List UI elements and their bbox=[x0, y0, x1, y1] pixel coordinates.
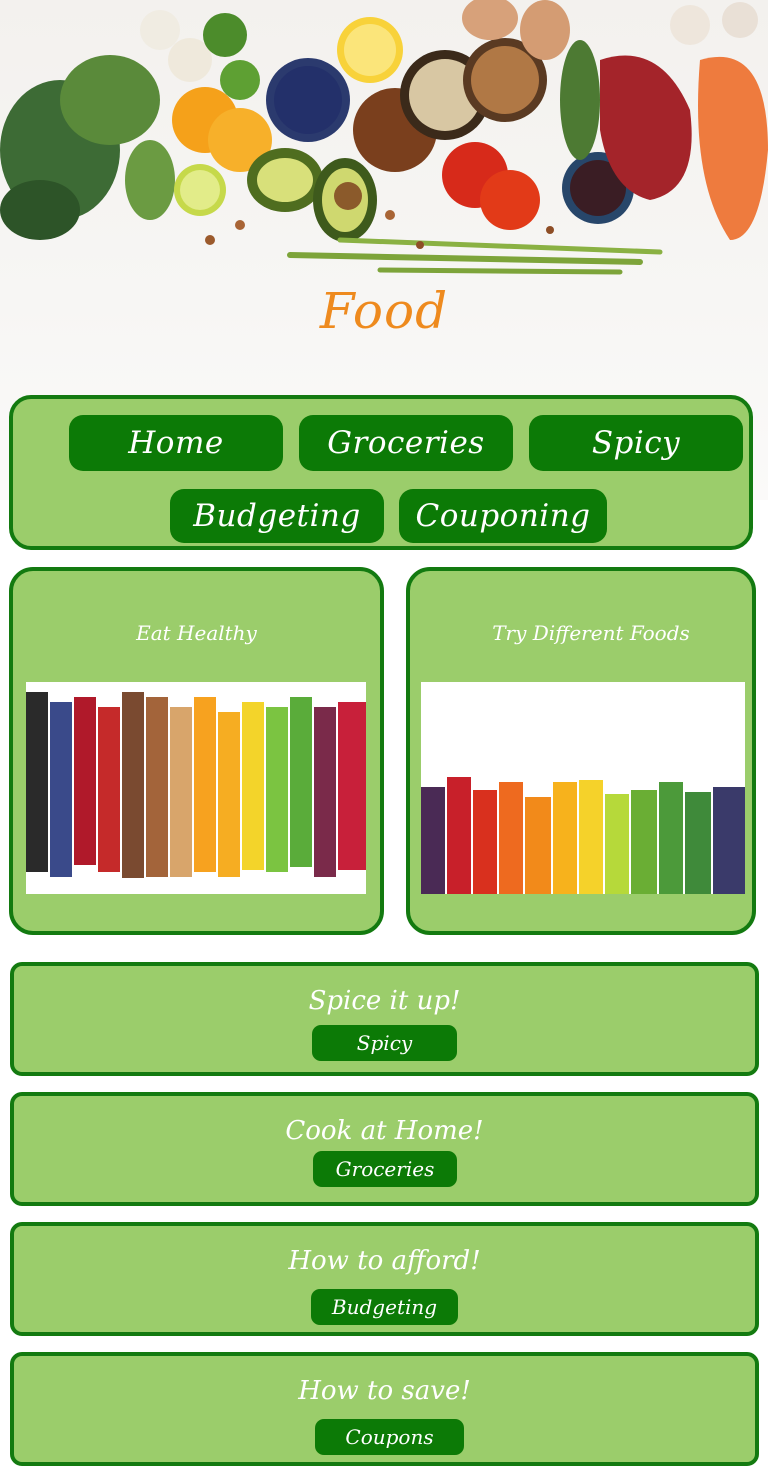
card-eat-healthy: Eat Healthy bbox=[9, 567, 384, 935]
coupons-button[interactable]: Coupons bbox=[315, 1419, 464, 1455]
spicy-button[interactable]: Spicy bbox=[312, 1025, 457, 1061]
groceries-button[interactable]: Groceries bbox=[313, 1151, 457, 1187]
cta-save: How to save! Coupons bbox=[10, 1352, 759, 1466]
nav-home-button[interactable]: Home bbox=[69, 415, 283, 471]
card-image-produce-strips bbox=[26, 682, 366, 894]
card-try-different-foods: Try Different Foods bbox=[406, 567, 756, 935]
cta-spice: Spice it up! Spicy bbox=[10, 962, 759, 1076]
hero-title: Food bbox=[319, 282, 449, 340]
nav-groceries-button[interactable]: Groceries bbox=[299, 415, 513, 471]
budgeting-button[interactable]: Budgeting bbox=[311, 1289, 458, 1325]
cta-afford: How to afford! Budgeting bbox=[10, 1222, 759, 1336]
main-nav: Home Groceries Spicy Budgeting Couponing bbox=[9, 395, 753, 550]
nav-budgeting-button[interactable]: Budgeting bbox=[170, 489, 384, 543]
cta-heading: Spice it up! bbox=[308, 986, 461, 1016]
cta-heading: Cook at Home! bbox=[285, 1116, 484, 1146]
card-title: Try Different Foods bbox=[492, 621, 690, 645]
card-image-produce-row bbox=[421, 682, 745, 894]
cta-cook-at-home: Cook at Home! Groceries bbox=[10, 1092, 759, 1206]
card-title: Eat Healthy bbox=[136, 621, 257, 645]
cta-heading: How to save! bbox=[298, 1376, 471, 1406]
nav-couponing-button[interactable]: Couponing bbox=[399, 489, 607, 543]
cta-heading: How to afford! bbox=[288, 1246, 481, 1276]
nav-spicy-button[interactable]: Spicy bbox=[529, 415, 743, 471]
